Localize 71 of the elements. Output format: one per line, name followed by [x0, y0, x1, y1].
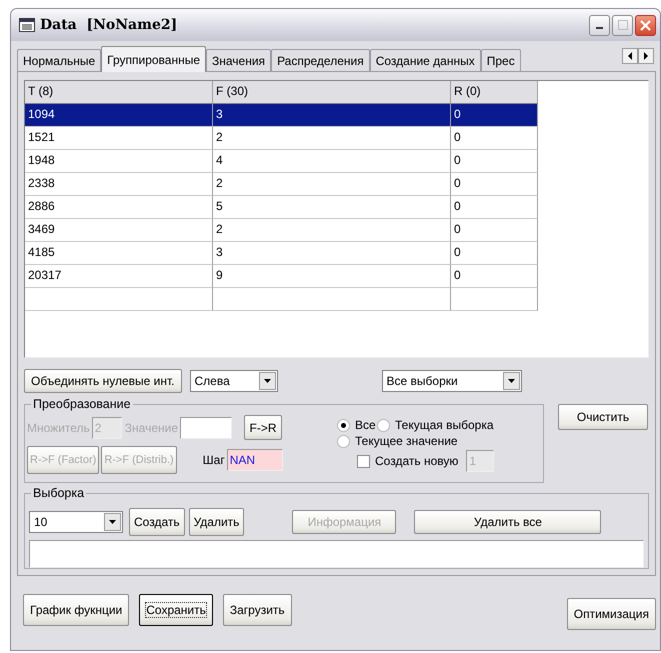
merge-button[interactable]: Объединять нулевые инт. [24, 369, 182, 393]
column-header[interactable]: F (30) [213, 81, 451, 104]
optimize-button[interactable]: Оптимизация [566, 598, 656, 630]
tab[interactable]: Значения [206, 49, 272, 71]
table-cell: 2 [213, 219, 451, 242]
caret-icon [508, 379, 515, 383]
table-cell: 3469 [25, 219, 213, 242]
tab[interactable]: Создание данных [370, 49, 481, 71]
table-cell: 1521 [25, 127, 213, 150]
right-arrow-icon [644, 52, 648, 60]
table-cell: 0 [451, 242, 538, 265]
group-title: Выборка [31, 486, 86, 500]
caret-icon [264, 379, 271, 383]
maximize-icon [618, 20, 628, 30]
scroll-left-button[interactable] [622, 48, 638, 64]
table-cell: 2886 [25, 196, 213, 219]
sample-dropdown[interactable]: 10 [29, 511, 123, 533]
sample-button[interactable]: Создать [129, 508, 185, 536]
group-title: Преобразование [31, 397, 133, 411]
table-cell: 0 [451, 150, 538, 173]
tab[interactable]: Распределения [271, 49, 370, 71]
samples-dropdown[interactable]: Все выборки [382, 370, 522, 392]
table-cell: 4 [213, 150, 451, 173]
tab[interactable]: Прес [480, 49, 521, 71]
table-cell: 1094 [25, 104, 213, 127]
minimize-icon [596, 26, 604, 30]
sample-button[interactable]: Удалить все [414, 510, 602, 534]
table-cell: 0 [451, 127, 538, 150]
table-cell: 20317 [25, 265, 213, 288]
f-to-r-button[interactable]: F->R [244, 415, 282, 440]
bottom-button[interactable]: График фукнции [23, 594, 130, 626]
table-cell: 3 [213, 242, 451, 265]
radio-option[interactable]: Текущее значение [337, 433, 494, 449]
table-cell: 0 [451, 265, 538, 288]
multiplier-label: Множитель [27, 420, 90, 434]
table-cell: 0 [451, 173, 538, 196]
caret-icon [109, 520, 116, 524]
table-cell: 2338 [25, 173, 213, 196]
step-field[interactable]: NAN [226, 449, 283, 471]
table-cell: 3 [213, 104, 451, 127]
scroll-right-button[interactable] [638, 48, 654, 64]
table-cell: 1948 [25, 150, 213, 173]
value-field[interactable] [180, 416, 232, 438]
table-cell: 2 [213, 173, 451, 196]
clear-button[interactable]: Очистить [558, 404, 648, 430]
value-label: Значение [124, 420, 178, 434]
window-list-icon [19, 18, 35, 32]
tab[interactable]: Группированные [101, 46, 206, 72]
table-cell: 5 [213, 196, 451, 219]
bottom-button[interactable]: Сохранить [139, 594, 213, 626]
sample-button[interactable]: Удалить [188, 508, 244, 536]
left-arrow-icon [628, 52, 632, 60]
step-label: Шаг [202, 453, 225, 467]
column-header[interactable]: R (0) [451, 81, 538, 104]
window-title: Data [NoName2] [40, 17, 178, 33]
tab[interactable]: Нормальные [17, 49, 102, 71]
radio-option[interactable]: Текущая выборка [377, 417, 494, 433]
table-cell: 9 [213, 265, 451, 288]
table-cell: 4185 [25, 242, 213, 265]
radio-option[interactable]: Все [337, 417, 377, 433]
close-icon [640, 20, 651, 30]
table-cell: 2 [213, 127, 451, 150]
table-cell: 0 [451, 196, 538, 219]
minimize-button[interactable] [589, 14, 610, 36]
side-dropdown[interactable]: Слева [190, 370, 278, 392]
sample-info-field[interactable] [29, 540, 644, 568]
table-cell: 0 [451, 219, 538, 242]
bottom-button[interactable]: Загрузить [222, 594, 292, 626]
column-header[interactable]: T (8) [25, 81, 213, 104]
table-cell: 0 [451, 104, 538, 127]
close-button[interactable] [635, 14, 656, 36]
